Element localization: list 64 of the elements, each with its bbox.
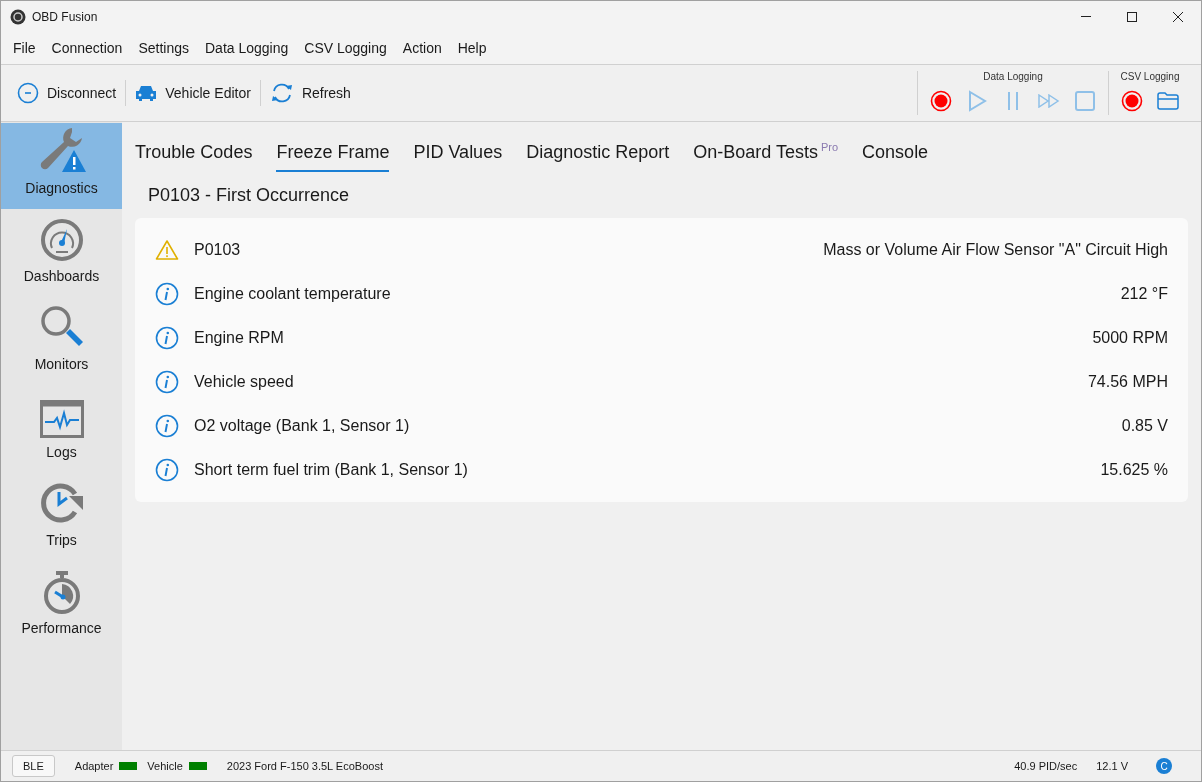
tab[interactable]: Diagnostic Report — [526, 139, 670, 172]
maximize-icon — [1127, 11, 1137, 22]
stopwatch-icon — [41, 570, 82, 614]
waveform-window-icon — [39, 400, 84, 438]
toolbar-button[interactable]: Refresh — [267, 77, 353, 109]
sidebar-item[interactable]: Diagnostics — [1, 123, 122, 209]
close-icon — [1173, 11, 1183, 22]
menu-item[interactable]: Action — [394, 37, 450, 59]
tab[interactable]: Freeze Frame — [276, 139, 390, 172]
fast-forward-icon — [1038, 94, 1060, 108]
record-icon — [930, 90, 952, 112]
app-logo-icon — [10, 8, 26, 25]
menu-item[interactable]: File — [5, 37, 44, 59]
info-icon — [155, 370, 179, 394]
refresh-icon — [269, 82, 294, 104]
menu-item[interactable]: Help — [449, 37, 495, 59]
connection-type: BLE — [12, 754, 55, 778]
folder-icon — [1157, 92, 1179, 110]
parameter-value: 15.625 % — [1100, 460, 1168, 480]
parameter-value: 212 °F — [1120, 284, 1168, 304]
record-icon — [1121, 90, 1143, 112]
pro-label: Pro — [820, 140, 839, 155]
minus-circle-icon — [17, 82, 39, 104]
info-icon — [155, 326, 179, 350]
toolbar-button[interactable]: Disconnect — [15, 77, 119, 109]
info-icon — [155, 458, 179, 482]
menu-item[interactable]: Data Logging — [197, 37, 297, 59]
warning-icon — [155, 239, 179, 261]
stop-icon — [1074, 90, 1096, 112]
parameter-name: Engine RPM — [194, 328, 284, 348]
pause-icon — [1005, 90, 1021, 112]
indicator-label: Adapter — [74, 758, 114, 774]
parameter-name: Short term fuel trim (Bank 1, Sensor 1) — [194, 460, 468, 480]
menu-item[interactable]: CSV Logging — [296, 37, 395, 59]
parameter-name: O2 voltage (Bank 1, Sensor 1) — [194, 416, 410, 436]
parameter-name: Engine coolant temperature — [194, 284, 391, 304]
gauge-icon — [39, 218, 84, 262]
toolbar-button[interactable]: Vehicle Editor — [133, 77, 253, 109]
menu-item[interactable]: Connection — [43, 37, 131, 59]
parameter-value: 5000 RPM — [1092, 328, 1168, 348]
parameter-value: Mass or Volume Air Flow Sensor "A" Circuit High — [823, 240, 1168, 260]
tab[interactable]: Console — [862, 139, 929, 172]
pid-rate: 40.9 PID/sec — [1014, 758, 1078, 774]
tab[interactable]: Trouble Codes — [135, 139, 253, 172]
group-label: CSV Logging — [1120, 70, 1180, 84]
car-icon — [135, 84, 158, 102]
section-title: P0103 - First Occurrence — [148, 184, 350, 207]
window-title: OBD Fusion — [32, 8, 98, 26]
indicator-label: Vehicle — [147, 758, 183, 774]
parameter-name: Vehicle speed — [194, 372, 294, 392]
tab[interactable]: PID Values — [413, 139, 503, 172]
status-badge: C — [1156, 758, 1172, 774]
info-icon — [155, 414, 179, 438]
clock-cycle-icon — [38, 482, 85, 526]
vehicle-name: 2023 Ford F-150 3.5L EcoBoost — [226, 758, 383, 774]
info-icon — [155, 282, 179, 306]
parameter-name: P0103 — [194, 240, 241, 260]
minimize-icon — [1081, 16, 1091, 17]
group-label: Data Logging — [983, 70, 1043, 84]
menu-item[interactable]: Settings — [130, 37, 197, 59]
parameter-value: 74.56 MPH — [1087, 372, 1168, 392]
parameter-value: 0.85 V — [1121, 416, 1168, 436]
play-icon — [967, 90, 987, 112]
battery-voltage: 12.1 V — [1096, 758, 1128, 774]
